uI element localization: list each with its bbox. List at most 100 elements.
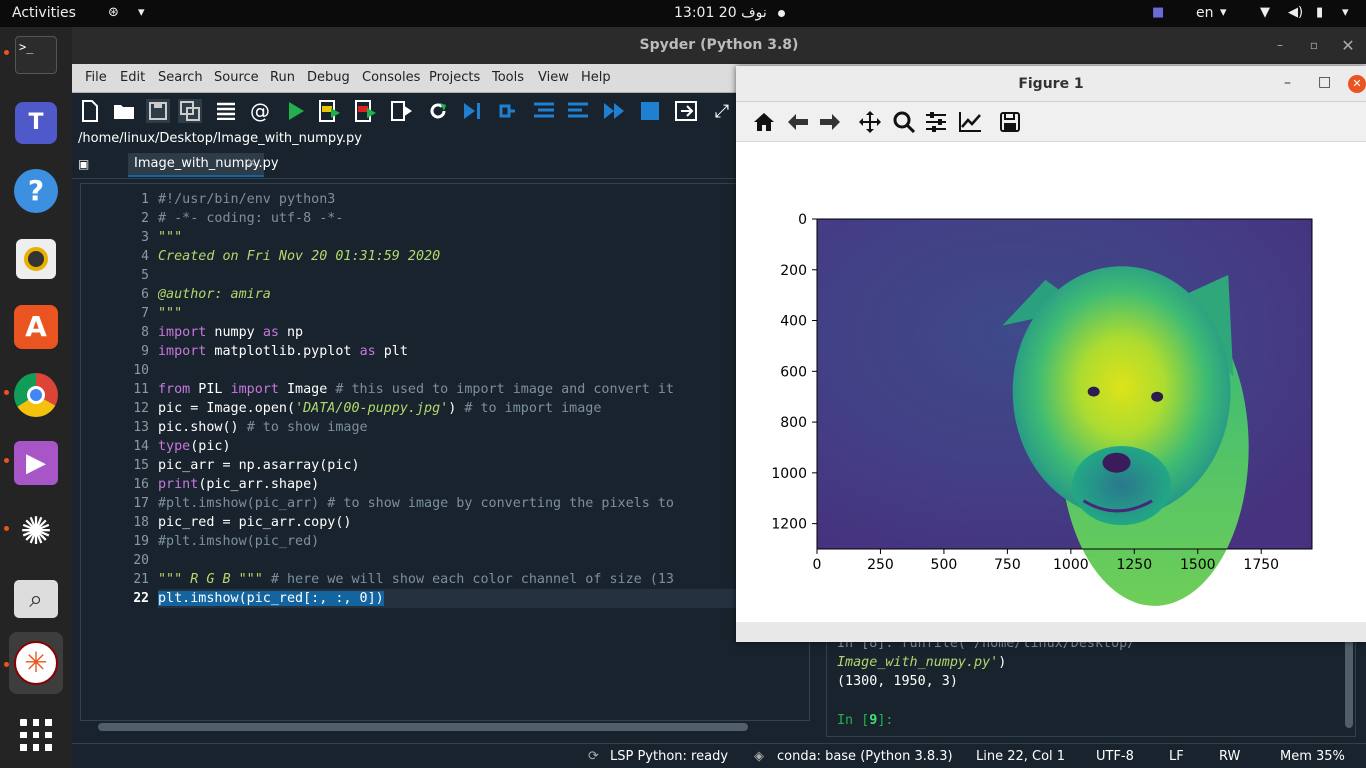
stop-debug-icon[interactable] (638, 99, 662, 123)
minimize-icon[interactable]: – (1270, 27, 1290, 64)
code-editor[interactable]: 1 2 3 4 5 6 7 8 9 10 11 12 13 14 15 16 1… (80, 183, 810, 721)
search-viewer-icon[interactable]: ⌕ (9, 572, 63, 626)
browse-tabs-icon[interactable]: ▣ (78, 157, 89, 171)
menu-source[interactable]: Source (214, 70, 259, 85)
x-tick-label: 750 (994, 557, 1021, 573)
save-icon[interactable] (146, 99, 170, 123)
app-grid-icon[interactable] (9, 708, 63, 762)
line-number: 13 (133, 420, 149, 435)
line-number: 3 (141, 230, 149, 245)
run-icon[interactable] (284, 99, 308, 123)
chevron-down-icon[interactable]: ▾ (138, 5, 145, 20)
fullscreen-icon[interactable]: ⤢ (710, 99, 734, 123)
software-icon[interactable]: A (9, 300, 63, 354)
menu-debug[interactable]: Debug (307, 70, 350, 85)
chevron-down-icon[interactable]: ▾ (1220, 5, 1227, 20)
close-icon[interactable]: ✕ (1348, 75, 1366, 93)
menu-consoles[interactable]: Consoles (362, 70, 420, 85)
spider-icon[interactable]: ✺ (9, 504, 63, 558)
home-icon[interactable] (752, 110, 776, 134)
chevron-down-icon[interactable]: ▾ (1342, 5, 1349, 20)
menu-file[interactable]: File (85, 70, 107, 85)
menu-search[interactable]: Search (158, 70, 203, 85)
run-cell-advance-icon[interactable] (354, 99, 378, 123)
rerun-icon[interactable] (426, 99, 450, 123)
y-tick-label: 0 (798, 212, 807, 228)
figure-statusbar (736, 622, 1366, 642)
save-all-icon[interactable] (178, 99, 202, 123)
open-folder-icon[interactable] (112, 99, 136, 123)
code-area[interactable]: #!/usr/bin/env python3 # -*- coding: utf… (158, 184, 808, 720)
figure-canvas[interactable]: 0 250 500 750 1000 1250 1500 1750 0 200 400 600 800 1… (736, 142, 1366, 622)
close-icon[interactable]: ✕ (246, 156, 257, 171)
line-number: 1 (141, 192, 149, 207)
media-icon[interactable]: ▶ (9, 436, 63, 490)
minimize-icon[interactable]: – (1284, 75, 1291, 91)
conda-icon: ◈ (754, 749, 764, 764)
help-icon[interactable]: ? (9, 164, 63, 218)
lsp-status: LSP Python: ready (610, 749, 729, 764)
terminal-icon[interactable]: >_ (9, 28, 63, 82)
menu-edit[interactable]: Edit (120, 70, 145, 85)
debug-icon[interactable] (460, 99, 484, 123)
back-icon[interactable] (786, 110, 810, 134)
clock[interactable]: 13:01 نوف 20 (674, 5, 767, 21)
code-line: pic.show() # to show image (158, 420, 368, 435)
menu-run[interactable]: Run (270, 70, 295, 85)
imshow-plot[interactable]: 0 250 500 750 1000 1250 1500 1750 0 200 400 600 800 1… (736, 142, 1366, 622)
configure-icon[interactable] (924, 110, 948, 134)
edit-curves-icon[interactable] (958, 110, 982, 134)
chrome-icon[interactable] (9, 368, 63, 422)
forward-icon[interactable] (818, 110, 842, 134)
spyder-icon[interactable]: ✳ (9, 632, 63, 694)
y-tick-label: 1000 (771, 466, 807, 482)
menu-help[interactable]: Help (581, 70, 611, 85)
rhythmbox-icon[interactable] (9, 232, 63, 286)
horizontal-scrollbar[interactable] (84, 721, 806, 733)
menu-view[interactable]: View (538, 70, 569, 85)
run-cell-icon[interactable] (318, 99, 342, 123)
figure-window: Figure 1 – □ ✕ 0 250 500 750 1000 1250 1… (736, 66, 1366, 642)
at-icon[interactable]: @ (248, 99, 272, 123)
step-into-icon[interactable] (532, 99, 556, 123)
menu-tools[interactable]: Tools (492, 70, 524, 85)
run-selection-icon[interactable] (390, 99, 414, 123)
zoom-icon[interactable] (892, 110, 916, 134)
ipython-console[interactable]: In [8]: runfile('/home/linux/Desktop/ Im… (826, 627, 1356, 737)
step-icon[interactable] (496, 99, 520, 123)
pan-icon[interactable] (858, 110, 882, 134)
continue-icon[interactable] (602, 99, 626, 123)
line-number: 4 (141, 249, 149, 264)
code-line: type(pic) (158, 439, 231, 454)
step-return-icon[interactable] (566, 99, 590, 123)
language-selector[interactable]: en (1196, 5, 1214, 21)
console-line: Image_with_numpy.py') (837, 655, 1007, 670)
line-number: 2 (141, 211, 149, 226)
network-app-icon[interactable]: ⊛ (108, 5, 119, 20)
line-number: 7 (141, 306, 149, 321)
console-scrollbar[interactable] (1345, 638, 1353, 728)
tab-image-with-numpy[interactable]: Image_with_numpy.py ✕ (128, 153, 279, 177)
new-file-icon[interactable] (78, 99, 102, 123)
line-number: 16 (133, 477, 149, 492)
battery-icon[interactable]: ▮ (1316, 5, 1323, 20)
activities-button[interactable]: Activities (12, 5, 76, 21)
menu-projects[interactable]: Projects (429, 70, 480, 85)
outline-icon[interactable] (214, 99, 238, 123)
maximize-icon[interactable]: ▫ (1304, 27, 1324, 64)
save-figure-icon[interactable] (998, 110, 1022, 134)
code-line: Created on Fri Nov 20 01:31:59 2020 (158, 249, 441, 264)
code-line: """ (158, 230, 183, 245)
status-bar: ⟳ LSP Python: ready ◈ conda: base (Pytho… (72, 743, 1366, 768)
rw-mode: RW (1219, 749, 1241, 764)
code-line: """ R G B """ # here we will show each c… (158, 572, 674, 587)
code-line: #plt.imshow(pic_red) (158, 534, 320, 549)
close-icon[interactable]: ✕ (1338, 27, 1358, 64)
maximize-pane-icon[interactable] (674, 99, 698, 123)
teams-icon[interactable]: T (9, 96, 63, 150)
y-tick-label: 600 (780, 364, 807, 380)
volume-icon[interactable]: ◀) (1288, 5, 1303, 20)
maximize-icon[interactable]: □ (1318, 74, 1331, 90)
teams-tray-icon[interactable]: ■ (1152, 5, 1164, 20)
wifi-icon[interactable]: ▼ (1260, 5, 1270, 20)
